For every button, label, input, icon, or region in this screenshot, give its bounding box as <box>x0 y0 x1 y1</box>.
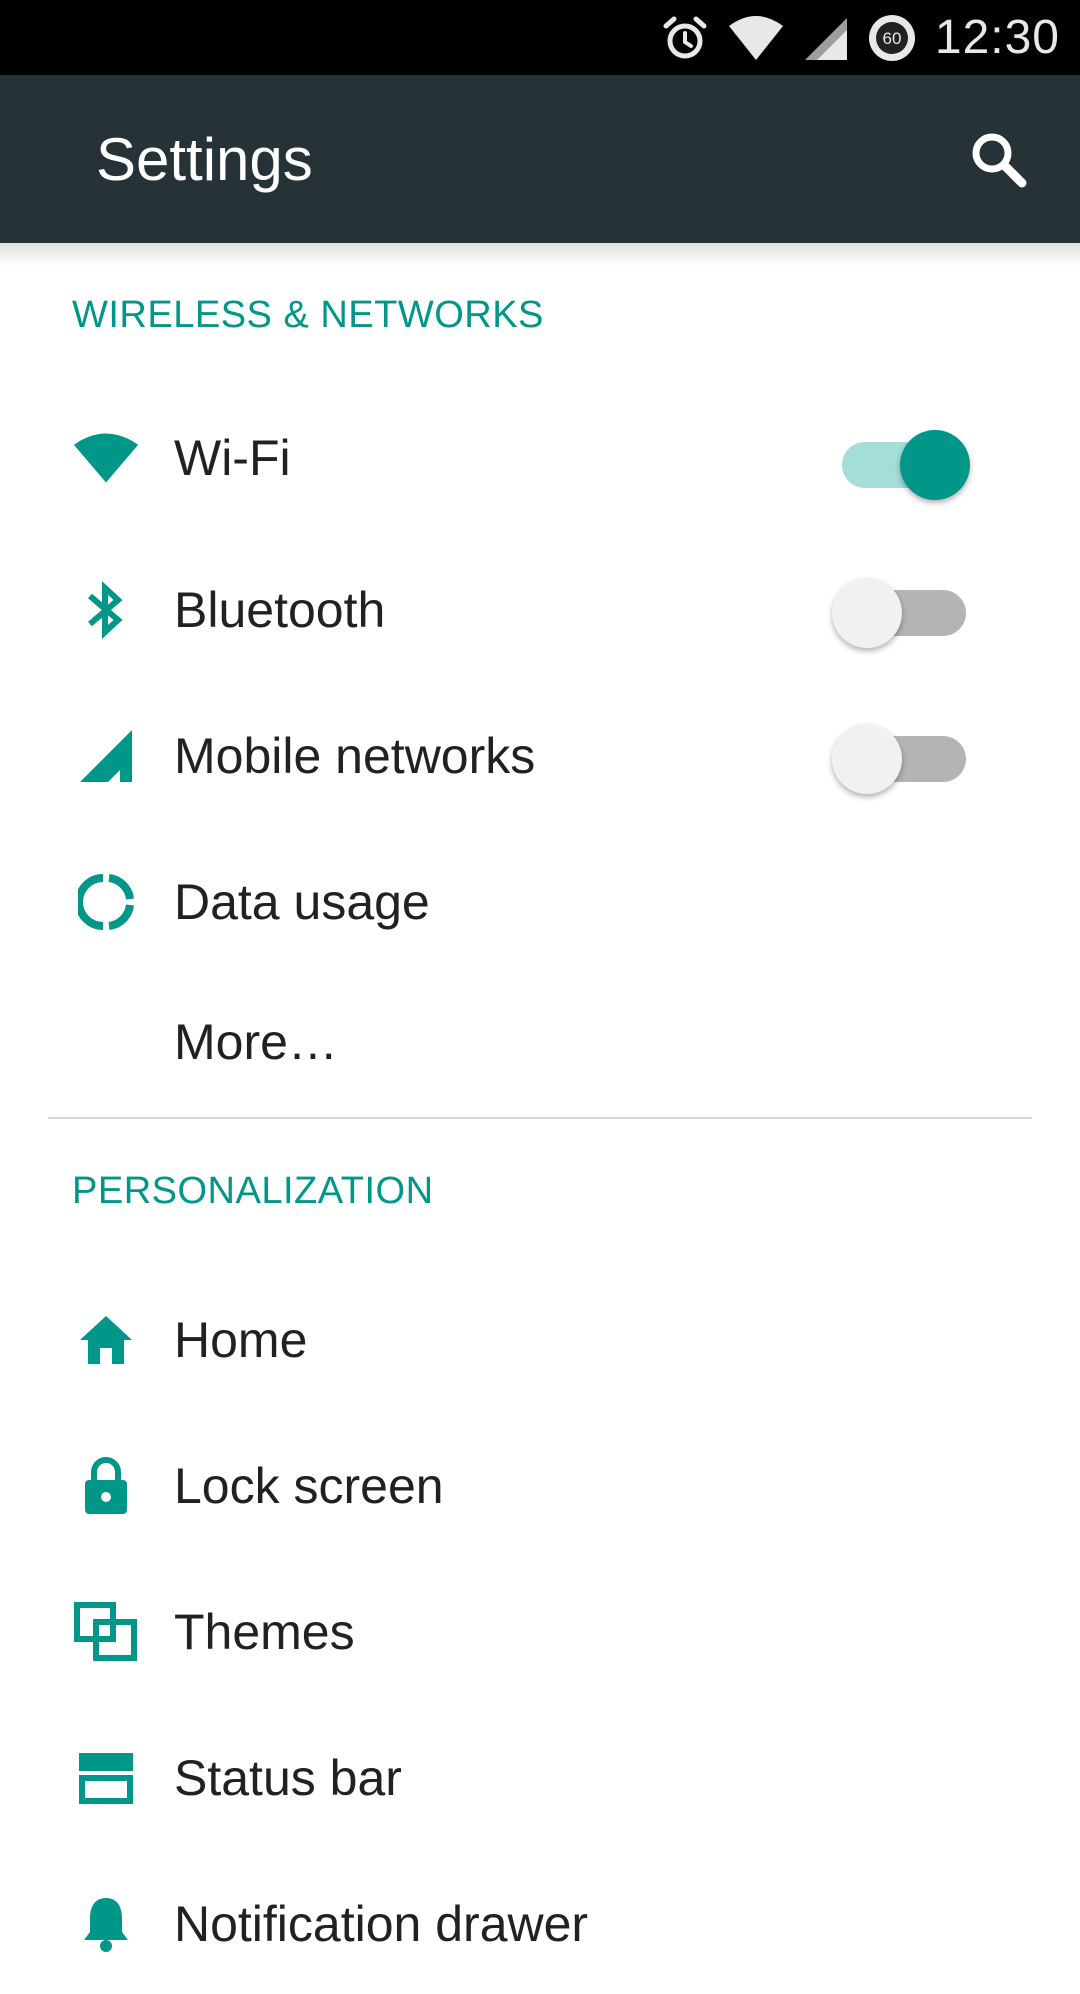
settings-item-label: More… <box>174 1014 338 1070</box>
page-title: Settings <box>96 125 313 193</box>
app-bar-shadow <box>0 243 1080 267</box>
toggle-thumb <box>900 430 970 500</box>
cell-signal-icon <box>72 722 140 790</box>
notification-icon <box>72 1890 140 1958</box>
status-time: 12:30 <box>934 11 1060 64</box>
bluetooth-toggle[interactable] <box>832 566 972 648</box>
status-icons: 60 12:30 <box>661 0 1060 75</box>
settings-item-label: Home <box>174 1312 308 1368</box>
wifi-toggle[interactable] <box>832 418 972 500</box>
settings-item-label: Notification drawer <box>174 1896 589 1952</box>
settings-item-label: Wi-Fi <box>174 430 291 486</box>
settings-item-status-bar[interactable]: Status bar <box>0 1708 1080 1848</box>
wifi-icon <box>72 424 140 492</box>
status-bar-icon <box>72 1744 140 1812</box>
bluetooth-icon <box>72 576 140 644</box>
status-bar: 60 12:30 <box>0 0 1080 75</box>
settings-item-themes[interactable]: Themes <box>0 1562 1080 1702</box>
settings-item-label: Mobile networks <box>174 728 536 784</box>
lock-icon <box>72 1452 140 1520</box>
settings-item-notification-drawer[interactable]: Notification drawer <box>0 1854 1080 1994</box>
alarm-icon <box>663 16 707 58</box>
settings-item-label: Status bar <box>174 1750 402 1806</box>
section-header-personalization: PERSONALIZATION <box>72 1170 434 1212</box>
section-divider <box>48 1117 1032 1119</box>
mobile-networks-toggle[interactable] <box>832 712 972 794</box>
settings-item-data-usage[interactable]: Data usage <box>0 832 1080 972</box>
battery-icon: 60 <box>868 14 915 61</box>
section-header-wireless: WIRELESS & NETWORKS <box>72 294 544 336</box>
settings-item-home[interactable]: Home <box>0 1270 1080 1410</box>
toggle-thumb <box>832 724 902 794</box>
search-button[interactable] <box>964 125 1032 193</box>
battery-level: 60 <box>882 29 901 48</box>
cell-signal-icon <box>804 17 847 60</box>
settings-item-label: Themes <box>174 1604 355 1660</box>
settings-item-label: Bluetooth <box>174 582 386 638</box>
settings-item-bluetooth[interactable]: Bluetooth <box>0 540 1080 680</box>
settings-item-wifi[interactable]: Wi-Fi <box>0 388 1080 528</box>
data-usage-icon <box>72 868 140 936</box>
settings-item-label: Data usage <box>174 874 430 930</box>
settings-item-label: Lock screen <box>174 1458 444 1514</box>
search-icon <box>972 133 1027 188</box>
home-icon <box>72 1306 140 1374</box>
wifi-signal-icon <box>728 15 783 60</box>
settings-item-mobile-networks[interactable]: Mobile networks <box>0 686 1080 826</box>
themes-icon <box>72 1598 140 1666</box>
toggle-thumb <box>832 578 902 648</box>
settings-item-lock-screen[interactable]: Lock screen <box>0 1416 1080 1556</box>
app-bar: Settings <box>0 75 1080 243</box>
settings-item-more[interactable]: More… <box>0 972 1080 1112</box>
